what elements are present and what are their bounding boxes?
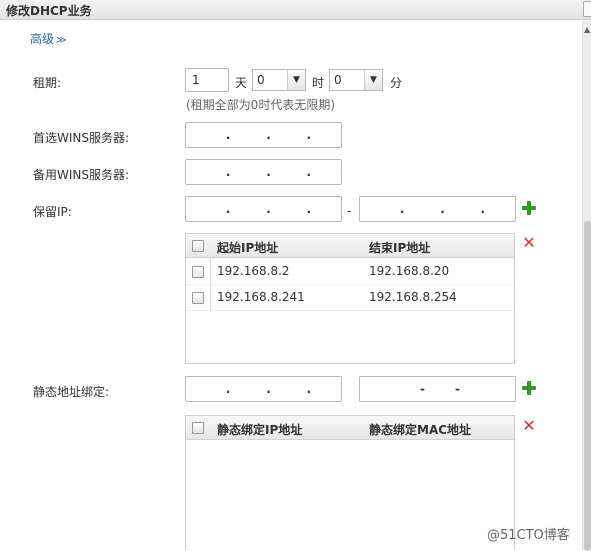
header-static-mac: 静态绑定MAC地址 bbox=[369, 423, 472, 437]
lease-hours-value: 0 bbox=[257, 73, 265, 87]
scrollbar-thumb[interactable] bbox=[584, 221, 591, 551]
ip-dot: . bbox=[440, 202, 445, 216]
chevron-down-icon[interactable]: ▼ bbox=[287, 70, 305, 90]
static-binding-label: 静态地址绑定: bbox=[33, 385, 110, 399]
header-static-ip: 静态绑定IP地址 bbox=[217, 423, 303, 437]
secondary-wins-label: 备用WINS服务器: bbox=[33, 168, 130, 182]
add-static-binding-plus-icon[interactable] bbox=[522, 381, 536, 395]
mac-dash: - bbox=[420, 382, 425, 396]
delete-reserved-ip-x-icon[interactable]: ✕ bbox=[522, 235, 536, 251]
secondary-wins-ip-input[interactable]: ... bbox=[185, 159, 342, 185]
row-end-ip: 192.168.8.20 bbox=[369, 264, 450, 278]
table-header: 静态绑定IP地址 静态绑定MAC地址 bbox=[186, 416, 514, 440]
reserved-ip-label: 保留IP: bbox=[33, 205, 72, 219]
ip-dot: . bbox=[225, 202, 231, 216]
table-row[interactable]: 192.168.8.2 192.168.8.20 bbox=[186, 259, 514, 285]
ip-dot: . bbox=[399, 202, 405, 216]
lease-minutes-value: 0 bbox=[334, 73, 342, 87]
range-separator: - bbox=[347, 204, 352, 218]
static-binding-mac-input[interactable]: -- bbox=[359, 376, 516, 402]
row-checkbox[interactable] bbox=[192, 292, 204, 304]
ip-dot: . bbox=[306, 202, 312, 216]
reserved-ip-table: 起始IP地址 结束IP地址 192.168.8.2 192.168.8.20 1… bbox=[185, 233, 515, 364]
primary-wins-ip-input[interactable]: ... bbox=[185, 122, 342, 148]
chevron-down-icon[interactable]: ▼ bbox=[364, 70, 382, 90]
ip-dot: . bbox=[266, 165, 271, 179]
lease-label: 租期: bbox=[33, 76, 62, 90]
lease-days-input[interactable]: 1 bbox=[185, 68, 229, 92]
select-all-checkbox[interactable] bbox=[192, 422, 204, 434]
dialog-titlebar: 修改DHCP业务 bbox=[0, 0, 591, 20]
ip-dot: . bbox=[306, 128, 312, 142]
static-binding-table: 静态绑定IP地址 静态绑定MAC地址 bbox=[185, 415, 515, 550]
mac-dash: - bbox=[455, 382, 460, 396]
ip-dot: . bbox=[480, 202, 486, 216]
primary-wins-label: 首选WINS服务器: bbox=[33, 131, 130, 145]
vertical-scrollbar[interactable]: ▲ bbox=[582, 21, 591, 551]
table-row[interactable]: 192.168.8.241 192.168.8.254 bbox=[186, 285, 514, 311]
lease-hint: (租期全部为0时代表无限期) bbox=[186, 98, 335, 112]
advanced-label: 高级 bbox=[30, 32, 55, 46]
lease-hours-select[interactable]: 0 ▼ bbox=[252, 69, 306, 91]
row-start-ip: 192.168.8.2 bbox=[217, 264, 290, 278]
column-divider bbox=[210, 258, 211, 312]
ip-dot: . bbox=[225, 165, 231, 179]
double-chevron-down-icon: ≫ bbox=[56, 35, 67, 46]
ip-dot: . bbox=[266, 202, 271, 216]
lease-days-unit: 天 bbox=[235, 76, 248, 90]
reserved-ip-start-input[interactable]: ... bbox=[185, 196, 342, 222]
table-header: 起始IP地址 结束IP地址 bbox=[186, 234, 514, 258]
row-checkbox[interactable] bbox=[192, 266, 204, 278]
ip-dot: . bbox=[225, 128, 231, 142]
ip-dot: . bbox=[306, 382, 312, 396]
watermark-text: @51CTO博客 bbox=[487, 528, 570, 543]
ip-dot: . bbox=[266, 382, 271, 396]
static-binding-ip-input[interactable]: ... bbox=[185, 376, 342, 402]
scroll-up-arrow-icon[interactable]: ▲ bbox=[584, 25, 590, 34]
select-all-checkbox[interactable] bbox=[192, 240, 204, 252]
advanced-toggle[interactable]: 高级 ≫ bbox=[30, 30, 66, 47]
add-reserved-ip-plus-icon[interactable] bbox=[522, 201, 536, 215]
dialog-title: 修改DHCP业务 bbox=[6, 4, 92, 18]
ip-dot: . bbox=[306, 165, 312, 179]
ip-dot: . bbox=[266, 128, 271, 142]
reserved-ip-end-input[interactable]: ... bbox=[359, 196, 516, 222]
lease-hours-unit: 时 bbox=[312, 76, 325, 90]
close-icon[interactable] bbox=[583, 1, 591, 17]
lease-minutes-select[interactable]: 0 ▼ bbox=[329, 69, 383, 91]
ip-dot: . bbox=[225, 382, 231, 396]
row-end-ip: 192.168.8.254 bbox=[369, 290, 457, 304]
delete-static-binding-x-icon[interactable]: ✕ bbox=[522, 418, 536, 434]
header-end-ip: 结束IP地址 bbox=[369, 241, 431, 255]
lease-minutes-unit: 分 bbox=[390, 76, 403, 90]
header-start-ip: 起始IP地址 bbox=[217, 241, 279, 255]
row-start-ip: 192.168.8.241 bbox=[217, 290, 305, 304]
